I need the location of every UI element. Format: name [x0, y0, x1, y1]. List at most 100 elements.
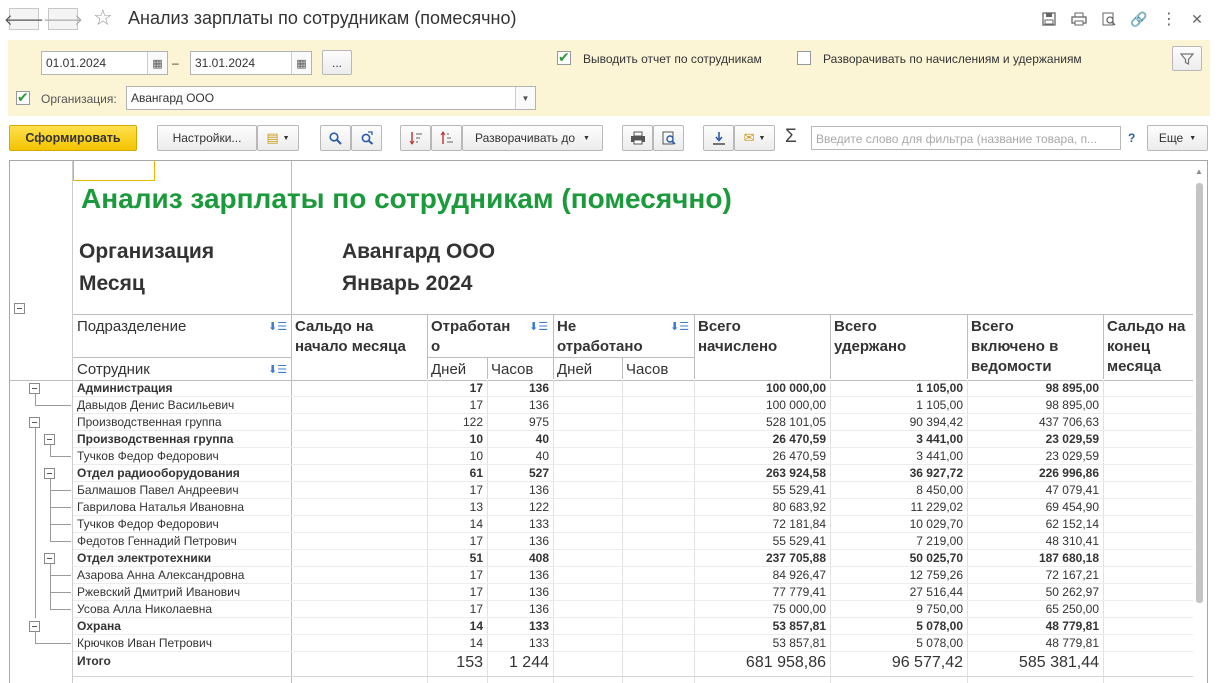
included-cell[interactable]: 48 779,81: [967, 635, 1099, 652]
selected-cell[interactable]: [73, 161, 155, 181]
print-icon[interactable]: [1070, 10, 1088, 28]
withheld-cell[interactable]: 10 029,70: [830, 516, 963, 533]
worked-days-cell[interactable]: 17: [427, 380, 483, 397]
withheld-cell[interactable]: 9 750,00: [830, 601, 963, 618]
withheld-cell[interactable]: 3 441,00: [830, 431, 963, 448]
sort-icon[interactable]: ⬇☰: [529, 320, 548, 333]
table-row-name[interactable]: Тучков Федор Федорович: [77, 516, 289, 533]
included-cell[interactable]: 48 310,41: [967, 533, 1099, 550]
sort-icon[interactable]: ⬇☰: [268, 320, 287, 333]
worked-hours-cell[interactable]: 133: [487, 635, 549, 652]
accrued-cell[interactable]: 55 529,41: [694, 533, 826, 550]
accrued-cell[interactable]: 53 857,81: [694, 618, 826, 635]
table-row-name[interactable]: Тучков Федор Федорович: [77, 448, 289, 465]
worked-days-cell[interactable]: 51: [427, 550, 483, 567]
table-row-name[interactable]: Азарова Анна Александровна: [77, 567, 289, 584]
withheld-cell[interactable]: 36 927,72: [830, 465, 963, 482]
date-to-input[interactable]: 31.01.2024 ▦: [190, 51, 312, 75]
included-cell[interactable]: 62 152,14: [967, 516, 1099, 533]
worked-hours-cell[interactable]: 133: [487, 516, 549, 533]
vertical-scrollbar[interactable]: ▲: [1194, 167, 1204, 683]
table-row-name[interactable]: Производственная группа: [77, 431, 289, 448]
worked-hours-cell[interactable]: 408: [487, 550, 549, 567]
withheld-cell[interactable]: 8 450,00: [830, 482, 963, 499]
included-cell[interactable]: 47 079,41: [967, 482, 1099, 499]
favorite-star-icon[interactable]: ☆: [93, 5, 113, 31]
worked-hours-cell[interactable]: 975: [487, 414, 549, 431]
withheld-cell[interactable]: 1 105,00: [830, 380, 963, 397]
preview-icon[interactable]: [1100, 10, 1118, 28]
generate-button[interactable]: Сформировать: [9, 125, 137, 151]
accrued-cell[interactable]: 77 779,41: [694, 584, 826, 601]
table-row-name[interactable]: Производственная группа: [77, 414, 289, 431]
worked-days-cell[interactable]: 14: [427, 516, 483, 533]
table-row-name[interactable]: Федотов Геннадий Петрович: [77, 533, 289, 550]
accrued-cell[interactable]: 75 000,00: [694, 601, 826, 618]
accrued-cell[interactable]: 80 683,92: [694, 499, 826, 516]
link-icon[interactable]: 🔗: [1130, 10, 1148, 28]
worked-days-cell[interactable]: 17: [427, 482, 483, 499]
send-email-button[interactable]: ✉ ▼: [734, 125, 775, 151]
filter-input[interactable]: Введите слово для фильтра (название това…: [811, 126, 1121, 150]
withheld-cell[interactable]: 11 229,02: [830, 499, 964, 516]
included-cell[interactable]: 98 895,00: [967, 380, 1099, 397]
worked-hours-cell[interactable]: 122: [487, 499, 549, 516]
group-collapse-toggle[interactable]: [29, 621, 40, 632]
group-collapse-toggle[interactable]: [29, 383, 40, 394]
accrued-cell[interactable]: 26 470,59: [694, 448, 826, 465]
worked-days-cell[interactable]: 17: [427, 533, 483, 550]
accrued-cell[interactable]: 53 857,81: [694, 635, 826, 652]
sum-button[interactable]: Σ: [785, 126, 797, 148]
withheld-cell[interactable]: 50 025,70: [830, 550, 963, 567]
search-button[interactable]: [320, 125, 351, 151]
worked-hours-cell[interactable]: 136: [487, 584, 549, 601]
table-row-name[interactable]: Отдел электротехники: [77, 550, 289, 567]
table-row-name[interactable]: Усова Алла Николаевна: [77, 601, 289, 618]
preview-button[interactable]: [653, 125, 684, 151]
worked-hours-cell[interactable]: 136: [487, 397, 549, 414]
calendar-icon[interactable]: ▦: [147, 52, 167, 74]
sort-icon[interactable]: ⬇☰: [268, 363, 287, 376]
worked-days-cell[interactable]: 13: [427, 499, 483, 516]
calendar-icon[interactable]: ▦: [291, 52, 311, 74]
withheld-cell[interactable]: 5 078,00: [830, 618, 963, 635]
included-cell[interactable]: 23 029,59: [967, 431, 1099, 448]
withheld-cell[interactable]: 27 516,44: [830, 584, 963, 601]
worked-days-cell[interactable]: 10: [427, 448, 483, 465]
table-row-name[interactable]: Гаврилова Наталья Ивановна: [77, 499, 289, 516]
filter-settings-button[interactable]: [1172, 46, 1202, 71]
menu-dots-icon[interactable]: ⋮: [1160, 10, 1178, 28]
variants-button[interactable]: ▤ ▼: [257, 125, 299, 151]
accrued-cell[interactable]: 528 101,05: [694, 414, 826, 431]
accrued-cell[interactable]: 100 000,00: [694, 397, 826, 414]
worked-hours-cell[interactable]: 136: [487, 482, 549, 499]
subgroup-collapse-toggle[interactable]: [44, 434, 55, 445]
print-button[interactable]: [622, 125, 653, 151]
accrued-cell[interactable]: 237 705,88: [694, 550, 826, 567]
withheld-cell[interactable]: 5 078,00: [830, 635, 963, 652]
table-row-name[interactable]: Давыдов Денис Васильевич: [77, 397, 289, 414]
save-file-button[interactable]: [703, 125, 734, 151]
dropdown-arrow-icon[interactable]: ▼: [515, 87, 535, 109]
scroll-up-icon[interactable]: ▲: [1195, 167, 1203, 176]
table-row-name[interactable]: Отдел радиооборудования: [77, 465, 289, 482]
expand-groups-button[interactable]: [431, 125, 462, 151]
included-cell[interactable]: 187 680,18: [967, 550, 1099, 567]
worked-days-cell[interactable]: 61: [427, 465, 483, 482]
table-row-name[interactable]: Ржевский Дмитрий Иванович: [77, 584, 289, 601]
accrued-cell[interactable]: 26 470,59: [694, 431, 826, 448]
save-icon[interactable]: [1040, 10, 1058, 28]
sort-icon[interactable]: ⬇☰: [670, 320, 689, 333]
included-cell[interactable]: 69 454,90: [967, 499, 1099, 516]
worked-hours-cell[interactable]: 133: [487, 618, 549, 635]
included-cell[interactable]: 65 250,00: [967, 601, 1099, 618]
included-cell[interactable]: 437 706,63: [967, 414, 1099, 431]
included-cell[interactable]: 98 895,00: [967, 397, 1099, 414]
withheld-cell[interactable]: 12 759,26: [830, 567, 963, 584]
back-button[interactable]: 🡐: [4, 8, 44, 30]
collapse-groups-button[interactable]: [400, 125, 431, 151]
scrollbar-thumb[interactable]: [1196, 183, 1203, 603]
group-collapse-toggle[interactable]: [29, 417, 40, 428]
help-button[interactable]: ?: [1128, 131, 1135, 145]
worked-days-cell[interactable]: 17: [427, 397, 483, 414]
